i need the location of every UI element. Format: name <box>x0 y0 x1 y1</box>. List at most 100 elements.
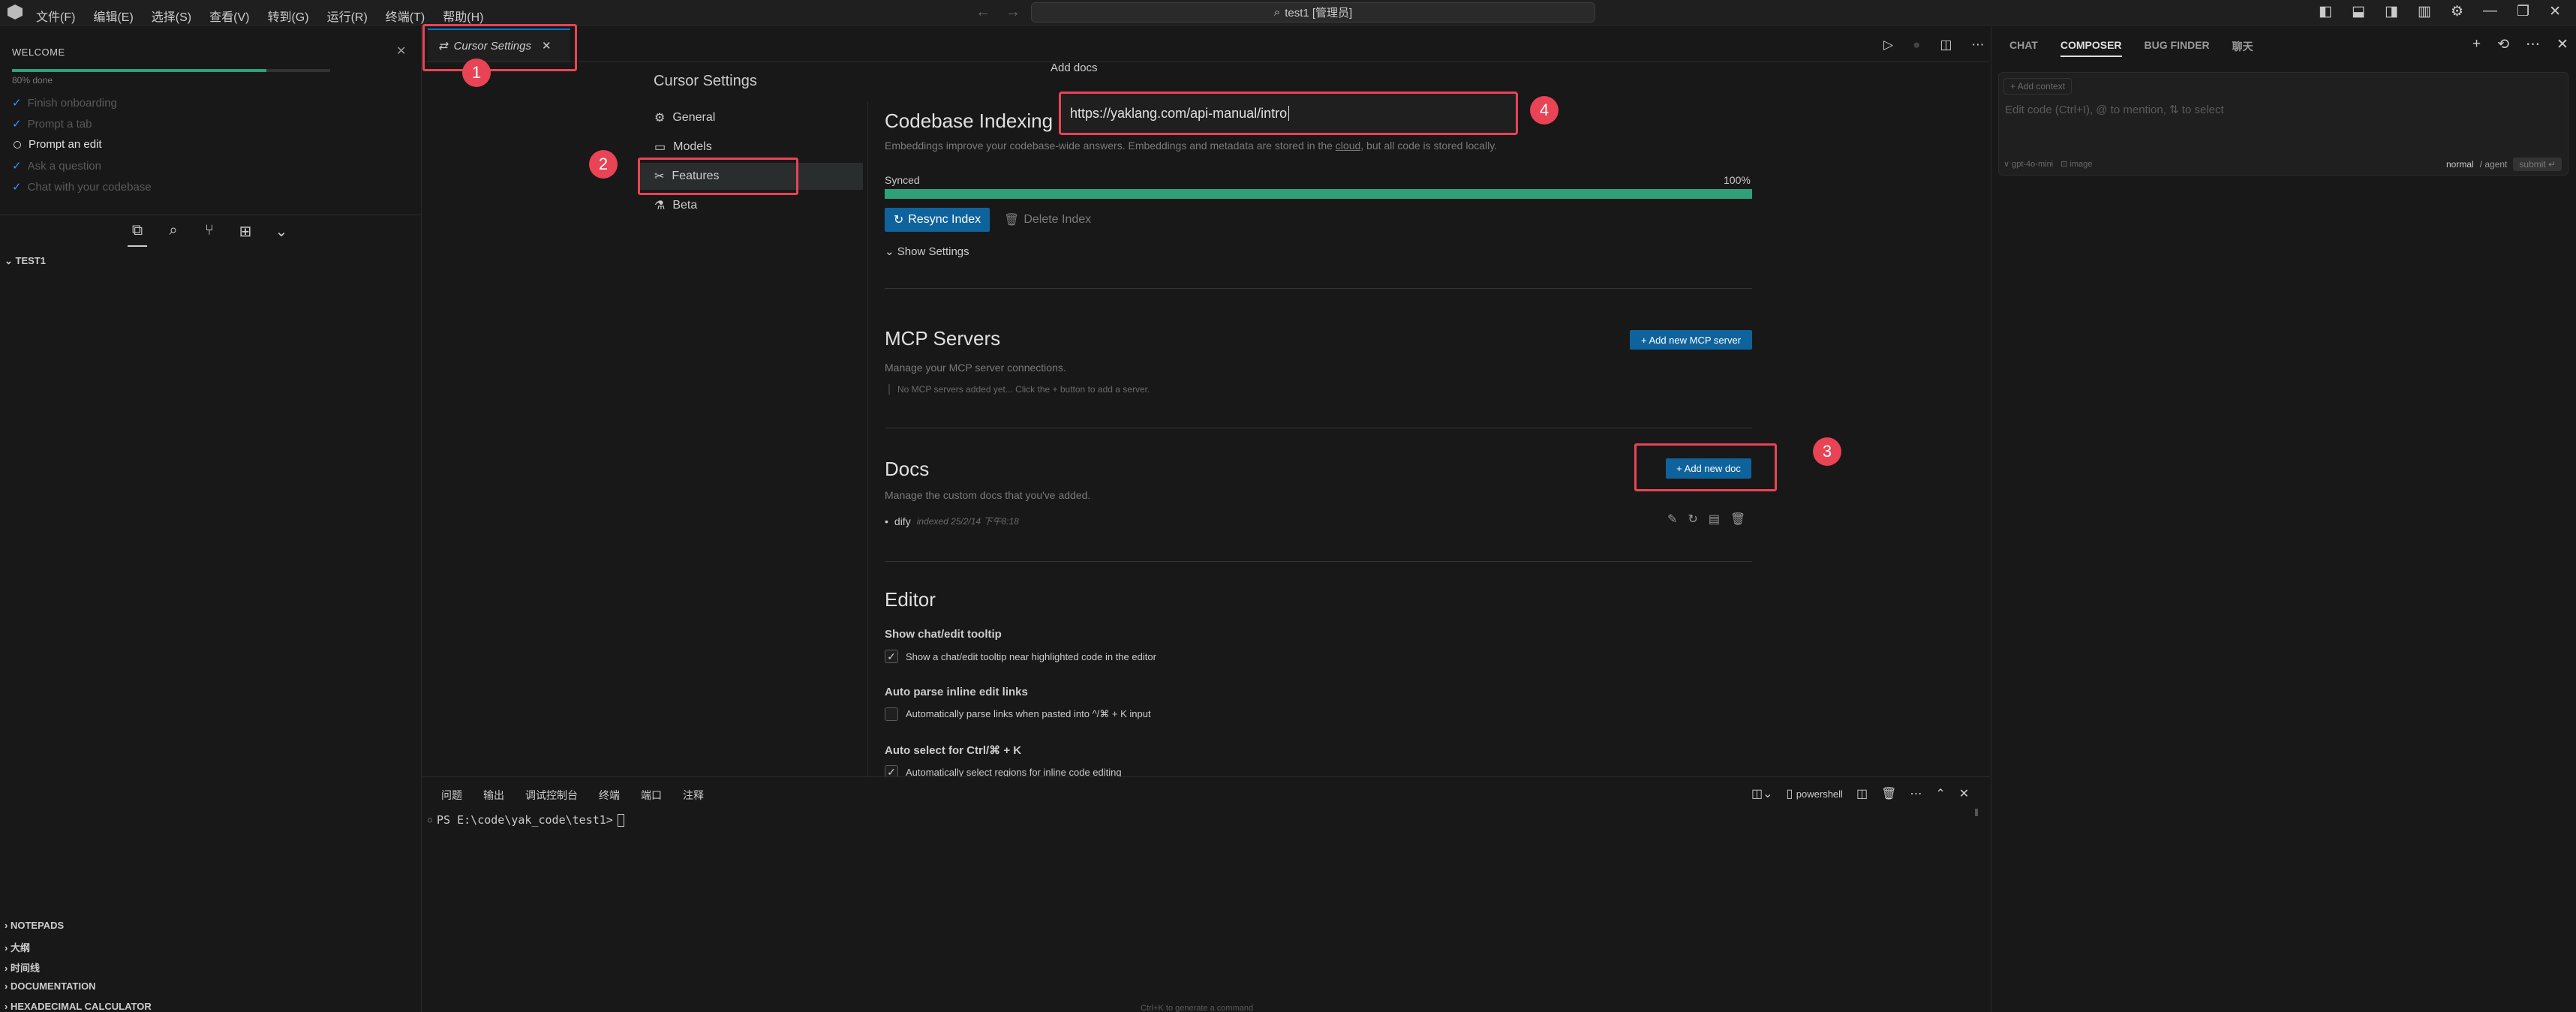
section-documentation[interactable]: › DOCUMENTATION <box>5 980 96 992</box>
more-icon[interactable]: ⋯ <box>1910 786 1922 801</box>
back-arrow-icon[interactable]: ← <box>975 4 990 21</box>
extensions-icon[interactable]: ⊞ <box>236 222 255 247</box>
source-control-icon[interactable]: ⑂ <box>200 222 219 247</box>
chevron-down-icon[interactable]: ⌄ <box>272 222 291 247</box>
new-terminal-icon[interactable]: ◫⌄ <box>1751 786 1773 801</box>
composer-footer-left: ∨ gpt-4o-mini ⊡ image <box>2003 159 2092 169</box>
forward-arrow-icon[interactable]: → <box>1005 4 1020 21</box>
tab-chat[interactable]: CHAT <box>2009 39 2038 57</box>
welcome-close-icon[interactable]: ✕ <box>396 44 406 59</box>
annotation-badge-1: 1 <box>462 59 491 87</box>
nav-models[interactable]: ▭ Models <box>654 140 712 155</box>
welcome-step[interactable]: ✓ Finish onboarding <box>12 96 117 110</box>
reindex-icon[interactable]: ↻ <box>1688 512 1697 527</box>
welcome-step[interactable]: ✓ Ask a question <box>12 159 101 173</box>
welcome-progress-fill <box>12 69 267 72</box>
check-icon: ✓ <box>12 160 22 173</box>
show-settings-toggle[interactable]: ⌄ Show Settings <box>885 245 969 258</box>
submit-button[interactable]: submit ↵ <box>2513 158 2562 171</box>
nav-general[interactable]: ⚙ General <box>654 110 715 125</box>
chevron-up-icon[interactable]: ⌃ <box>1935 786 1945 801</box>
menu-terminal[interactable]: 终端(T) <box>386 5 425 26</box>
welcome-step[interactable]: ✓ Chat with your codebase <box>12 180 152 194</box>
plus-icon[interactable]: + <box>2472 36 2481 53</box>
toggle-primary-sidebar-icon[interactable]: ◧ <box>2319 3 2332 20</box>
search-icon[interactable]: ⌕ <box>164 222 183 247</box>
tab-bug-finder[interactable]: BUG FINDER <box>2145 39 2210 57</box>
tab-composer[interactable]: COMPOSER <box>2060 39 2122 57</box>
menu-edit[interactable]: 编辑(E) <box>93 5 133 26</box>
panel-tab-output[interactable]: 输出 <box>483 788 504 803</box>
chevron-right-icon: › <box>5 980 11 992</box>
menu-file[interactable]: 文件(F) <box>36 5 75 26</box>
close-icon[interactable]: ✕ <box>2556 36 2568 53</box>
section-notepads[interactable]: › NOTEPADS <box>5 920 64 931</box>
panel-tab-comments[interactable]: 注释 <box>683 788 704 803</box>
account-icon[interactable]: ● <box>1913 38 1920 53</box>
show-tooltip-checkbox[interactable]: ✓ <box>885 650 898 663</box>
delete-label: Delete Index <box>1023 213 1092 226</box>
terminal-prompt-line[interactable]: ○ PS E:\code\yak_code\test1> <box>428 813 624 827</box>
doc-item[interactable]: • dify indexed 25/2/14 下午8:18 <box>885 515 1019 527</box>
history-icon[interactable]: ⟲ <box>2497 36 2509 53</box>
panel-tab-ports[interactable]: 端口 <box>641 788 662 803</box>
editor-section-title: Editor <box>885 588 936 611</box>
welcome-step[interactable]: Prompt an edit <box>12 138 102 151</box>
section-outline[interactable]: › 大纲 <box>5 940 30 954</box>
mode-normal[interactable]: normal <box>2446 159 2474 170</box>
menu-go[interactable]: 转到(G) <box>267 5 308 26</box>
aux-actions: + ⟲ ⋯ ✕ <box>2472 36 2568 53</box>
section-timeline[interactable]: › 时间线 <box>5 960 40 974</box>
layout-icon[interactable]: ▥ <box>2418 3 2431 20</box>
close-icon[interactable]: ✕ <box>1959 786 1969 801</box>
close-window-icon[interactable]: ✕ <box>2549 3 2561 20</box>
panel-tab-problems[interactable]: 问题 <box>441 788 462 803</box>
panel-tab-debug-console[interactable]: 调试控制台 <box>525 788 578 803</box>
resync-index-button[interactable]: ↻ Resync Index <box>885 208 990 232</box>
trash-icon[interactable]: 🗑 <box>1881 786 1896 801</box>
add-context-button[interactable]: + Add context <box>2003 78 2073 95</box>
image-button[interactable]: ⊡ image <box>2060 159 2092 169</box>
annotation-badge-3: 3 <box>1813 437 1841 466</box>
editor-actions: ▷ ● ◫ ⋯ <box>1883 38 1984 53</box>
toggle-panel-icon[interactable]: ⬓ <box>2352 3 2365 20</box>
tab-chat-cn[interactable]: 聊天 <box>2232 39 2253 57</box>
more-icon[interactable]: ⋯ <box>2526 36 2540 53</box>
chevron-right-icon: › <box>5 942 11 953</box>
run-icon[interactable]: ▷ <box>1883 38 1893 53</box>
split-editor-icon[interactable]: ◫ <box>1940 38 1952 53</box>
command-center[interactable]: ⌕ test1 [管理员] <box>1031 2 1595 23</box>
cloud-link[interactable]: cloud <box>1336 140 1360 152</box>
doc-actions: ✎ ↻ ▤ 🗑 <box>1667 512 1745 527</box>
delete-index-button[interactable]: 🗑 Delete Index <box>1004 212 1091 227</box>
model-select[interactable]: ∨ gpt-4o-mini <box>2003 159 2053 169</box>
explorer-icon[interactable]: ⧉ <box>128 222 147 247</box>
terminal-scrollbar[interactable] <box>1975 809 1978 816</box>
explorer-root[interactable]: ⌄ TEST1 <box>5 255 46 267</box>
panel-tab-terminal[interactable]: 终端 <box>599 788 620 803</box>
menu-view[interactable]: 查看(V) <box>209 5 249 26</box>
edit-icon[interactable]: ✎ <box>1667 512 1677 527</box>
mode-agent[interactable]: / agent <box>2480 159 2508 170</box>
nav-beta[interactable]: ⚗ Beta <box>654 198 697 213</box>
gear-icon[interactable]: ⚙ <box>2451 3 2463 20</box>
welcome-step[interactable]: ✓ Prompt a tab <box>12 117 92 131</box>
more-icon[interactable]: ⋯ <box>1971 38 1984 53</box>
trash-icon[interactable]: 🗑 <box>1730 512 1745 527</box>
menu-help[interactable]: 帮助(H) <box>443 5 483 26</box>
view-icon[interactable]: ▤ <box>1709 512 1720 527</box>
restore-icon[interactable]: ❐ <box>2517 3 2529 20</box>
toggle-secondary-sidebar-icon[interactable]: ◨ <box>2385 3 2398 20</box>
composer-placeholder[interactable]: Edit code (Ctrl+I), @ to mention, ⇅ to s… <box>2005 103 2224 116</box>
split-terminal-icon[interactable]: ◫ <box>1856 786 1868 801</box>
terminal-shell[interactable]: ▯ powershell <box>1787 786 1843 801</box>
add-mcp-server-button[interactable]: + Add new MCP server <box>1630 330 1752 350</box>
auto-parse-links-checkbox[interactable] <box>885 707 898 721</box>
doc-url-input[interactable]: https://yaklang.com/api-manual/intro <box>1059 92 1518 135</box>
section-hex-calculator[interactable]: › HEXADECIMAL CALCULATOR <box>5 1001 152 1012</box>
bullet-icon: • <box>885 515 888 527</box>
menu-selection[interactable]: 选择(S) <box>152 5 191 26</box>
minimize-icon[interactable]: — <box>2483 3 2497 20</box>
menu-run[interactable]: 运行(R) <box>327 5 368 26</box>
nav-arrows: ← → <box>975 4 1020 21</box>
